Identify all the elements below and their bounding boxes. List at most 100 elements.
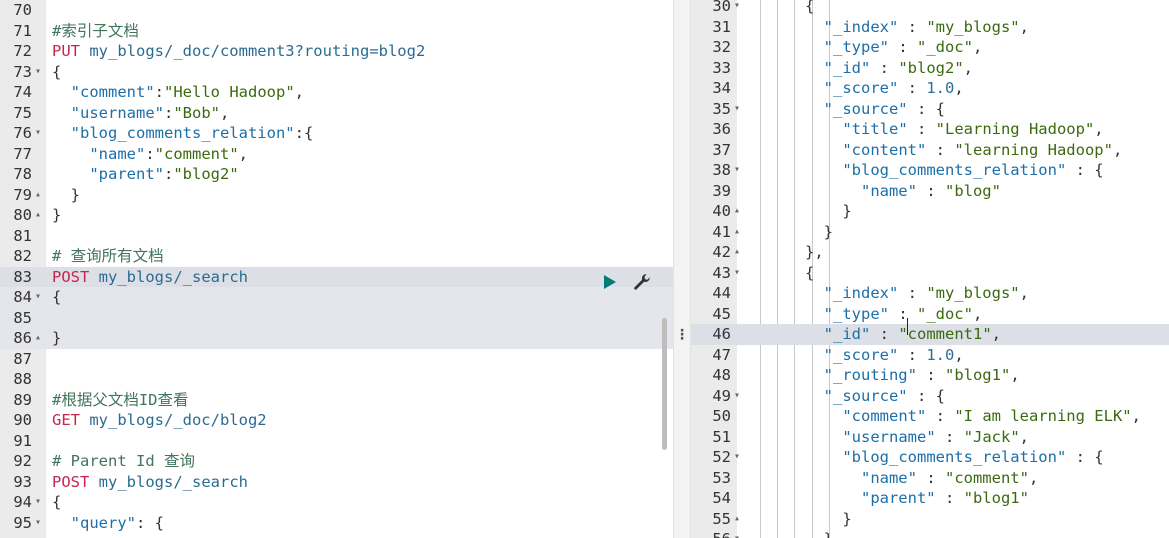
right_output-line[interactable]: 53 "name" : "comment", xyxy=(691,468,1169,489)
right_output-line[interactable]: 46 "_id" : "comment1", xyxy=(691,324,1169,345)
right_output-line[interactable]: 41 ▴ } xyxy=(691,222,1169,243)
left_editor-line[interactable]: 86 ▴} xyxy=(0,328,673,349)
code-text[interactable]: "blog_comments_relation":{ xyxy=(52,123,314,144)
code-text[interactable]: "name":"comment", xyxy=(52,144,248,165)
right_output-line[interactable]: 39 "name" : "blog" xyxy=(691,181,1169,202)
left_editor-line[interactable]: 78 "parent":"blog2" xyxy=(0,164,673,185)
fold-toggle-icon[interactable]: ▾ xyxy=(732,529,742,538)
editor-scrollbar[interactable] xyxy=(662,318,667,450)
code-text[interactable]: "blog_comments_relation" : { xyxy=(749,447,1103,468)
left_editor-line[interactable]: 82 # 查询所有文档 xyxy=(0,246,673,267)
left_editor-line[interactable]: 95 ▾ "query": { xyxy=(0,513,673,534)
right_output-line[interactable]: 50 "comment" : "I am learning ELK", xyxy=(691,406,1169,427)
fold-toggle-icon[interactable]: ▾ xyxy=(732,263,742,284)
fold-toggle-icon[interactable]: ▾ xyxy=(33,492,43,513)
code-text[interactable]: { xyxy=(52,287,61,308)
left_editor-line[interactable]: 85 xyxy=(0,307,673,328)
fold-toggle-icon[interactable]: ▾ xyxy=(732,447,742,468)
left_editor-line[interactable]: 77 "name":"comment", xyxy=(0,144,673,165)
code-text[interactable]: } xyxy=(749,201,851,222)
code-text[interactable]: "comment" : "I am learning ELK", xyxy=(749,406,1141,427)
fold-toggle-icon[interactable]: ▾ xyxy=(732,386,742,407)
code-text[interactable]: "_type" : "_doc", xyxy=(749,304,983,325)
code-text[interactable]: "title" : "Learning Hadoop", xyxy=(749,119,1103,140)
code-text[interactable]: "_source" : { xyxy=(749,386,945,407)
left_editor-line[interactable]: 81 xyxy=(0,226,673,247)
code-text[interactable]: "parent":"blog2" xyxy=(52,164,238,185)
fold-toggle-icon[interactable]: ▾ xyxy=(33,62,43,83)
left_editor-line[interactable]: 91 xyxy=(0,431,673,452)
code-text[interactable]: "_type" : "_doc", xyxy=(749,37,983,58)
code-text[interactable]: "_score" : 1.0, xyxy=(749,78,964,99)
right_output-line[interactable]: 33 "_id" : "blog2", xyxy=(691,58,1169,79)
response-output-lines[interactable]: 30 ▾ {31 "_index" : "my_blogs", 32 "_type"… xyxy=(691,0,1169,538)
code-text[interactable]: } xyxy=(52,205,61,226)
code-text[interactable]: "_id" : "comment1", xyxy=(749,324,1001,345)
left_editor-line[interactable]: 89 #根据父文档ID查看 xyxy=(0,390,673,411)
right_output-line[interactable]: 44 "_index" : "my_blogs", xyxy=(691,283,1169,304)
fold-toggle-icon[interactable]: ▾ xyxy=(732,160,742,181)
request-editor[interactable]: 70 71 #索引子文档 72 PUT my_blogs/_doc/comment3?r… xyxy=(0,0,673,538)
code-text[interactable]: } xyxy=(749,529,833,538)
left_editor-line[interactable]: 88 xyxy=(0,369,673,390)
right_output-line[interactable]: 31 "_index" : "my_blogs", xyxy=(691,17,1169,38)
code-text[interactable]: #索引子文档 xyxy=(52,21,139,42)
right_output-line[interactable]: 30 ▾ { xyxy=(691,0,1169,17)
right_output-line[interactable]: 35 ▾ "_source" : { xyxy=(691,99,1169,120)
code-text[interactable]: } xyxy=(52,185,80,206)
code-text[interactable]: } xyxy=(749,222,833,243)
request-editor-lines[interactable]: 70 71 #索引子文档 72 PUT my_blogs/_doc/comment3?r… xyxy=(0,0,673,533)
left_editor-line[interactable]: 70 xyxy=(0,0,673,21)
right_output-line[interactable]: 52 ▾ "blog_comments_relation" : { xyxy=(691,447,1169,468)
left_editor-line[interactable]: 73 ▾ { xyxy=(0,62,673,83)
fold-toggle-icon[interactable]: ▴ xyxy=(33,205,43,226)
code-text[interactable]: "username":"Bob", xyxy=(52,103,230,124)
right_output-line[interactable]: 48 "_routing" : "blog1", xyxy=(691,365,1169,386)
left_editor-line[interactable]: 90 GET my_blogs/_doc/blog2 xyxy=(0,410,673,431)
left_editor-line[interactable]: 87 xyxy=(0,349,673,370)
left_editor-line[interactable]: 92 # Parent Id 查询 xyxy=(0,451,673,472)
code-text[interactable]: # 查询所有文档 xyxy=(52,246,164,267)
code-text[interactable]: "_source" : { xyxy=(749,99,945,120)
left_editor-line[interactable]: 84 ▾ { xyxy=(0,287,673,308)
fold-toggle-icon[interactable]: ▾ xyxy=(33,513,43,534)
fold-toggle-icon[interactable]: ▾ xyxy=(732,0,742,17)
fold-toggle-icon[interactable]: ▴ xyxy=(732,201,742,222)
code-text[interactable]: "comment":"Hello Hadoop", xyxy=(52,82,304,103)
code-text[interactable]: { xyxy=(749,263,814,284)
fold-toggle-icon[interactable]: ▴ xyxy=(732,222,742,243)
code-text[interactable]: "content" : "learning Hadoop", xyxy=(749,140,1122,161)
code-text[interactable]: PUT my_blogs/_doc/comment3?routing=blog2 xyxy=(52,41,425,62)
code-text[interactable]: "parent" : "blog1" xyxy=(749,488,1029,509)
code-text[interactable]: "query": { xyxy=(52,513,164,534)
splitter-handle-icon[interactable]: ⋮ xyxy=(674,328,690,342)
right_output-line[interactable]: 47 "_score" : 1.0, xyxy=(691,345,1169,366)
right_output-line[interactable]: 49 ▾ "_source" : { xyxy=(691,386,1169,407)
left_editor-line[interactable]: 79 ▴ } xyxy=(0,185,673,206)
right_output-line[interactable]: 36 "title" : "Learning Hadoop", xyxy=(691,119,1169,140)
left_editor-line[interactable]: 75 "username":"Bob", xyxy=(0,103,673,124)
left_editor-line[interactable]: 74 "comment":"Hello Hadoop", xyxy=(0,82,673,103)
left_editor-line[interactable]: 83 POST my_blogs/_search xyxy=(0,266,673,288)
code-text[interactable]: "_index" : "my_blogs", xyxy=(749,17,1029,38)
right_output-line[interactable]: 56▾ } xyxy=(691,529,1169,538)
code-text[interactable]: { xyxy=(749,0,814,17)
code-text[interactable]: "_score" : 1.0, xyxy=(749,345,964,366)
fold-toggle-icon[interactable]: ▾ xyxy=(732,99,742,120)
code-text[interactable]: "_id" : "blog2", xyxy=(749,58,973,79)
right_output-line[interactable]: 32 "_type" : "_doc", xyxy=(691,37,1169,58)
fold-toggle-icon[interactable]: ▴ xyxy=(33,328,43,349)
left_editor-line[interactable]: 94 ▾ { xyxy=(0,492,673,513)
code-text[interactable]: { xyxy=(52,62,61,83)
code-text[interactable]: "_index" : "my_blogs", xyxy=(749,283,1029,304)
right_output-line[interactable]: 51 "username" : "Jack", xyxy=(691,427,1169,448)
wrench-icon[interactable] xyxy=(632,272,652,292)
right_output-line[interactable]: 55 ▴ } xyxy=(691,509,1169,530)
left_editor-line[interactable]: 72 PUT my_blogs/_doc/comment3?routing=blo… xyxy=(0,41,673,62)
right_output-line[interactable]: 38 ▾ "blog_comments_relation" : { xyxy=(691,160,1169,181)
code-text[interactable]: POST my_blogs/_search xyxy=(52,267,248,288)
left_editor-line[interactable]: 71 #索引子文档 xyxy=(0,21,673,42)
code-text[interactable]: } xyxy=(52,328,61,349)
response-output[interactable]: 30 ▾ {31 "_index" : "my_blogs", 32 "_type"… xyxy=(691,0,1169,538)
left_editor-line[interactable]: 93 POST my_blogs/_search xyxy=(0,472,673,493)
